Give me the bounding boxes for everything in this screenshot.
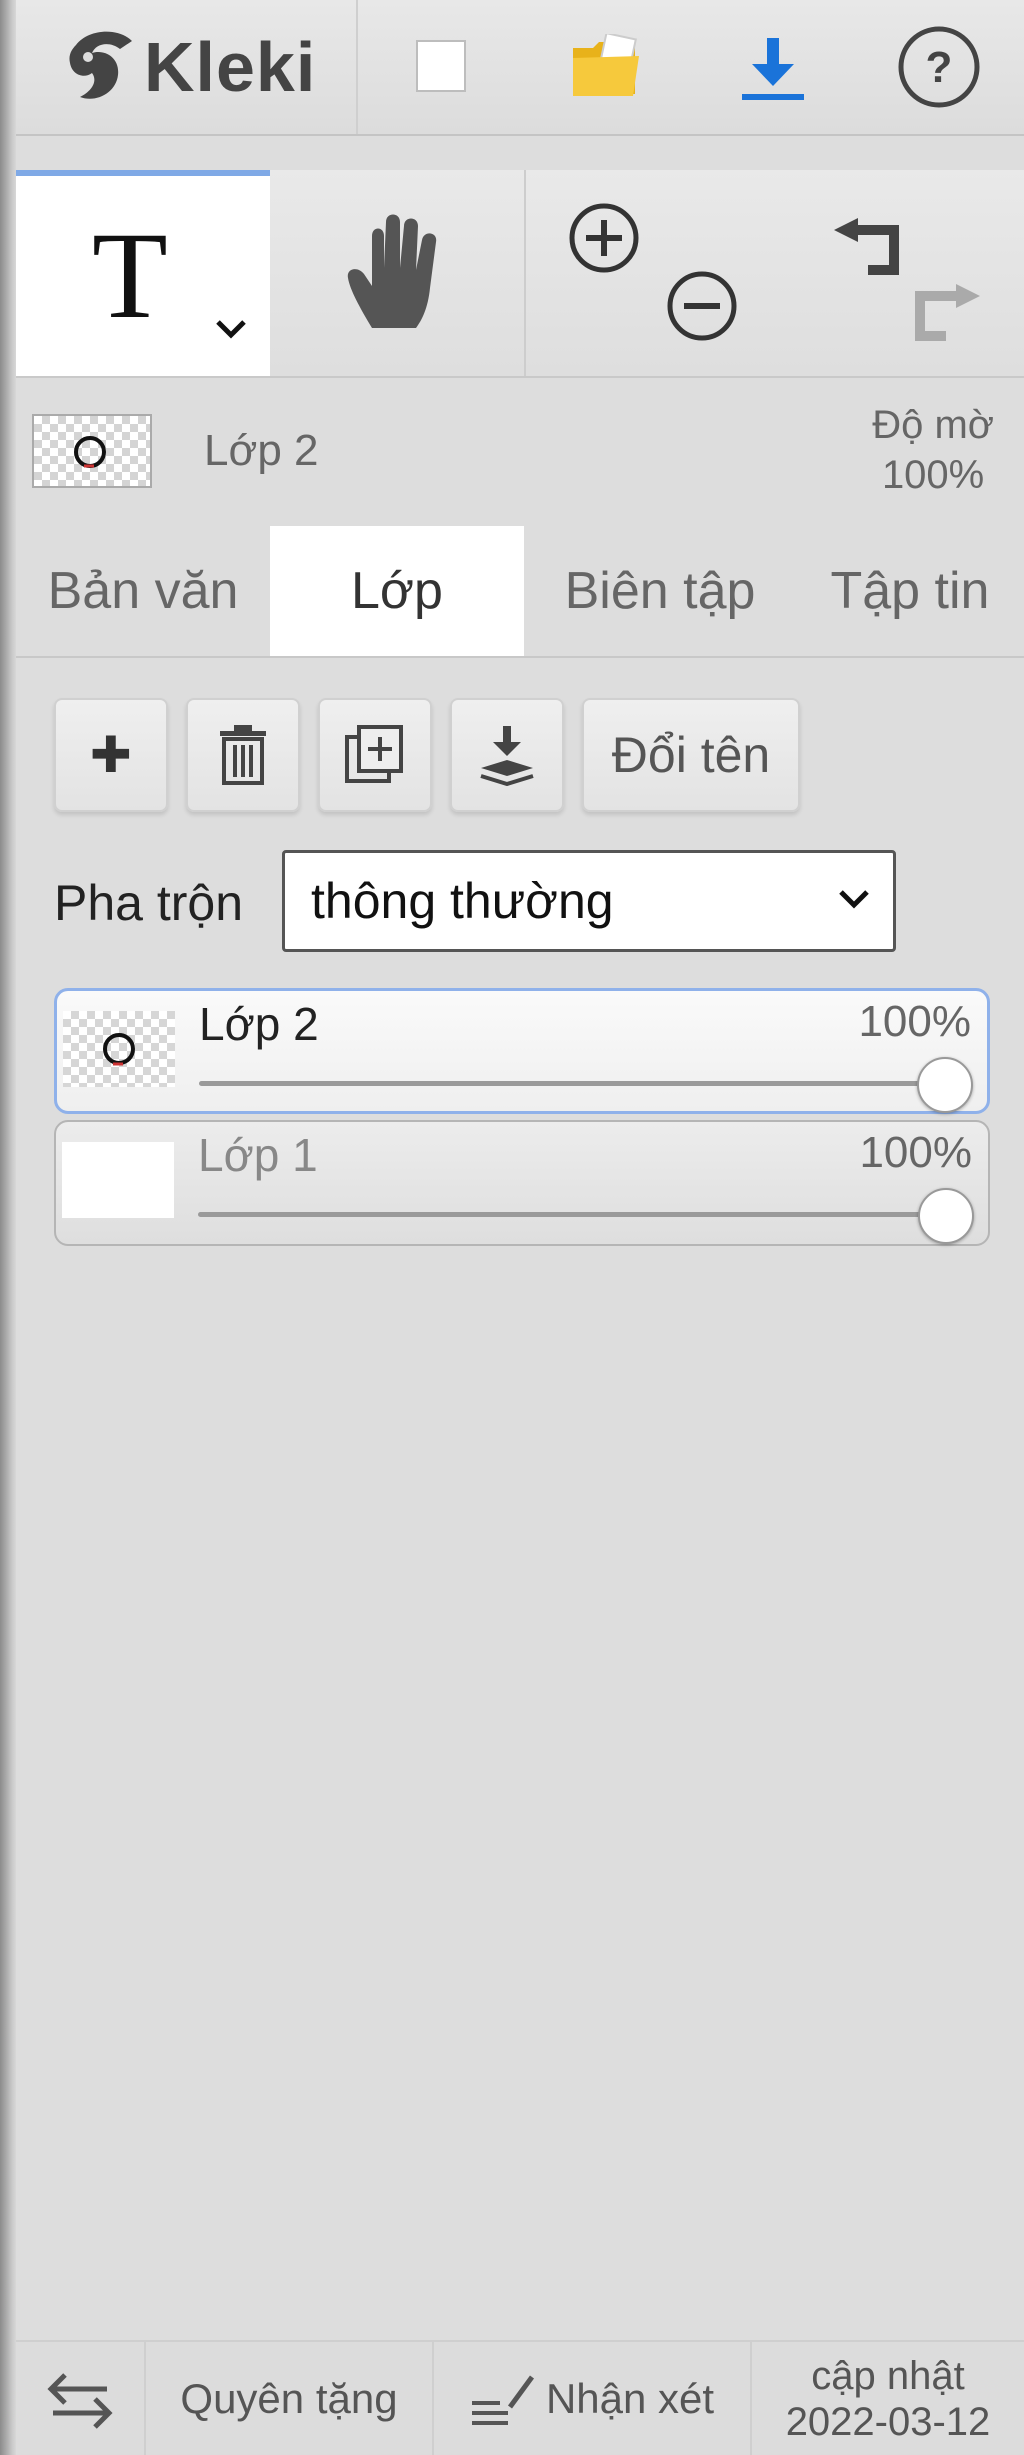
rename-layer-button[interactable]: Đổi tên [582,698,800,812]
text-tool-button[interactable]: T [16,170,270,376]
opacity-slider-handle[interactable] [917,1057,973,1113]
tool-row: T [16,170,1024,378]
text-tool-icon: T [92,207,168,344]
opacity-slider-track[interactable] [198,1212,932,1217]
svg-text:?: ? [926,43,953,92]
tab-layers[interactable]: Lớp [270,526,524,656]
opacity-slider-track[interactable] [199,1081,931,1086]
kleki-logo-icon [69,31,132,99]
side-panel: Kleki ? T Lớp 2 Độ mờ 100% Bản văn Lớp B… [16,0,1024,2455]
feedback-label: Nhận xét [545,2374,715,2422]
blend-mode-select[interactable]: thông thường [282,850,896,952]
update-label: cập nhật [811,2353,965,2398]
new-image-button[interactable] [358,0,524,134]
duplicate-icon [345,725,403,783]
panel-edge [0,0,16,2455]
merge-down-button[interactable] [450,698,564,812]
panel-tabs: Bản văn Lớp Biên tập Tập tin [16,526,1024,658]
duplicate-layer-button[interactable] [318,698,432,812]
download-icon [742,38,804,100]
open-file-button[interactable] [524,0,690,134]
delete-layer-button[interactable] [186,698,300,812]
chevron-down-icon [839,890,869,909]
merge-down-icon [480,726,534,786]
layer-preview-thumbnail[interactable] [32,414,152,488]
kleki-logo[interactable]: Kleki [16,0,358,134]
add-layer-button[interactable]: ✚ [54,698,168,812]
donate-link[interactable]: Quyên tặng [146,2342,434,2455]
help-button[interactable]: ? [856,0,1022,134]
history-controls [780,170,1024,376]
update-info[interactable]: cập nhật 2022-03-12 [752,2342,1024,2455]
logo-text: Kleki [144,28,317,106]
layer-item[interactable]: Lớp 2 100% [54,988,990,1114]
top-bar: Kleki ? [16,0,1024,136]
layer-item[interactable]: Lớp 1 100% [54,1120,990,1246]
hand-tool-button[interactable] [270,170,526,376]
trash-icon [220,725,266,785]
blend-mode-label: Pha trộn [54,875,244,931]
layer-preview-row: Lớp 2 Độ mờ 100% [16,380,1024,514]
new-image-icon [416,40,466,92]
swap-side-button[interactable] [16,2342,146,2455]
layer-thumbnail [62,1142,174,1218]
layer-thumbnail-drawing [103,1033,135,1066]
chevron-down-icon[interactable] [214,316,248,340]
blend-mode-value: thông thường [311,873,614,929]
feedback-link[interactable]: Nhận xét [434,2342,752,2455]
opacity-slider-handle[interactable] [918,1188,974,1244]
hand-icon [347,214,437,328]
open-folder-icon [573,34,639,96]
layer-thumbnail-drawing [74,436,106,468]
layer-name: Lớp 2 [199,998,319,1050]
footer-bar: Quyên tặng Nhận xét cập nhật 2022-03-12 [16,2340,1024,2455]
active-layer-name: Lớp 2 [204,426,319,475]
opacity-value: 100% [881,453,985,497]
opacity-readout: Độ mờ 100% [872,400,994,500]
tab-file[interactable]: Tập tin [796,526,1024,656]
swap-arrows-icon [47,2372,113,2429]
update-date: 2022-03-12 [785,2399,991,2444]
plus-icon: ✚ [90,727,132,783]
tab-text[interactable]: Bản văn [16,526,270,656]
layer-thumbnail [63,1011,175,1087]
help-icon: ? [898,26,980,108]
zoom-in-icon[interactable] [566,200,642,276]
layer-name: Lớp 1 [198,1129,318,1181]
download-button[interactable] [690,0,856,134]
layer-opacity: 100% [858,997,971,1046]
tab-edit[interactable]: Biên tập [524,526,796,656]
opacity-label: Độ mờ [872,403,994,447]
redo-icon[interactable] [900,270,986,350]
zoom-out-icon[interactable] [664,268,740,344]
layer-opacity: 100% [859,1128,972,1177]
layer-actions: ✚ Đổi tên [54,698,800,812]
zoom-controls [526,170,780,376]
feedback-pen-icon [471,2375,534,2425]
